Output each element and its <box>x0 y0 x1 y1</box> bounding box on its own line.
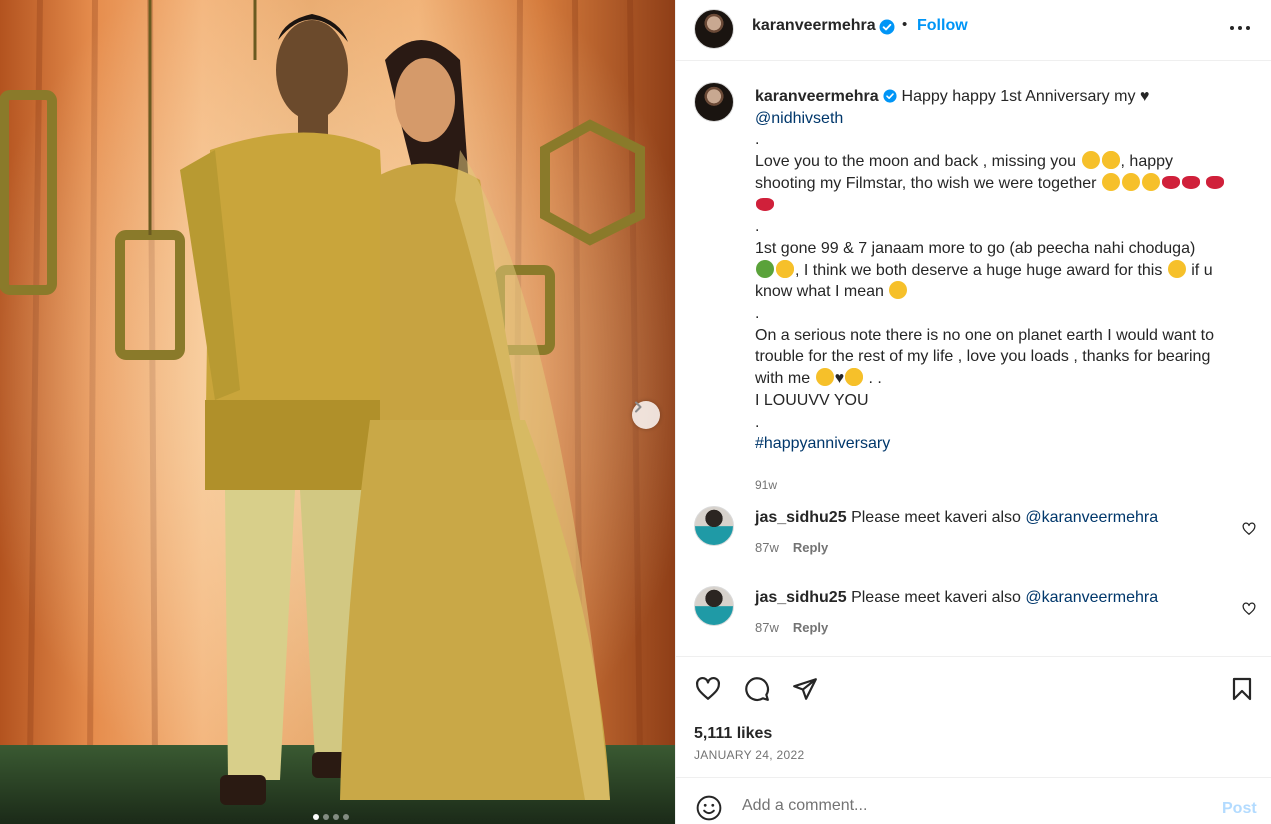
comment-item: jas_sidhu25 Please meet kaveri also @kar… <box>694 506 1264 566</box>
caption-dot: . <box>755 413 760 431</box>
post-photo[interactable] <box>0 0 675 824</box>
post-header: karanveermehra • Follow <box>676 0 1271 61</box>
comment-icon[interactable] <box>744 676 770 702</box>
share-icon[interactable] <box>792 676 818 702</box>
carousel-dot <box>333 814 339 820</box>
caption-p1a: Love you to the moon and back , missing … <box>755 153 1077 171</box>
caption-p2b: , I think we both deserve a huge huge aw… <box>795 261 1163 279</box>
comment-timestamp[interactable]: 87w <box>755 540 779 555</box>
caption-hashtag[interactable]: #happyanniversary <box>755 435 890 452</box>
comment-meta: 87w Reply <box>755 620 828 635</box>
save-icon[interactable] <box>1230 676 1254 702</box>
likes-count[interactable]: 5,111 likes <box>694 725 772 743</box>
comment-timestamp[interactable]: 87w <box>755 620 779 635</box>
post-comment-button[interactable]: Post <box>1222 800 1257 818</box>
like-heart-icon[interactable] <box>694 676 722 702</box>
add-comment-bar: Post <box>676 777 1271 824</box>
comment-mention[interactable]: @karanveermehra <box>1025 509 1158 526</box>
caption-p2a: 1st gone 99 & 7 janaam more to go (ab pe… <box>755 239 1196 257</box>
carousel-dot <box>343 814 349 820</box>
reply-button[interactable]: Reply <box>793 540 828 555</box>
caption-username[interactable]: karanveermehra <box>755 88 879 105</box>
commenter-avatar[interactable] <box>694 506 734 546</box>
hugging-face-icon <box>815 368 834 387</box>
caption-timestamp[interactable]: 91w <box>755 478 777 492</box>
next-slide-button[interactable] <box>632 401 660 429</box>
carousel-dot <box>313 814 319 820</box>
comments-list[interactable]: karanveermehra Happy happy 1st Anniversa… <box>676 62 1271 656</box>
author-username[interactable]: karanveermehra <box>752 17 876 35</box>
black-heart-icon: ♥ <box>834 370 845 388</box>
kiss-lips-icon <box>1206 175 1225 189</box>
post-date: JANUARY 24, 2022 <box>694 748 805 762</box>
photo-illustration <box>0 0 675 824</box>
comment-body: Please meet kaveri also <box>851 509 1021 526</box>
commenter-avatar[interactable] <box>694 586 734 626</box>
comment-text: jas_sidhu25 Please meet kaveri also @kar… <box>755 508 1158 528</box>
reply-button[interactable]: Reply <box>793 620 828 635</box>
kiss-lips-icon <box>756 197 774 211</box>
caption-p3c: I LOUUVV YOU <box>755 391 869 409</box>
pleading-face-icon <box>1141 172 1160 191</box>
pleading-face-icon <box>1101 172 1120 191</box>
chevron-right-icon <box>635 401 642 413</box>
kiss-lips-icon <box>1181 175 1200 189</box>
zany-face-icon <box>889 281 908 300</box>
caption-dot: . <box>755 305 760 323</box>
author-avatar[interactable] <box>694 9 734 49</box>
comment-body: Please meet kaveri also <box>851 589 1021 606</box>
comment-mention[interactable]: @karanveermehra <box>1025 589 1158 606</box>
heart-icon[interactable] <box>1242 522 1256 536</box>
post-actions: 5,111 likes JANUARY 24, 2022 <box>676 656 1271 776</box>
caption-line1: Happy happy 1st Anniversary my <box>901 88 1136 105</box>
commenter-username[interactable]: jas_sidhu25 <box>755 589 847 606</box>
black-heart-icon: ♥ <box>1139 88 1150 105</box>
post-details-pane: karanveermehra • Follow karanveermehra H… <box>675 0 1271 824</box>
carousel-dot <box>323 814 329 820</box>
bouquet-icon <box>756 259 774 278</box>
emoji-icon[interactable] <box>696 795 722 821</box>
comment-item: jas_sidhu25 Please meet kaveri also @kar… <box>694 586 1264 646</box>
heart-icon[interactable] <box>1242 602 1256 616</box>
header-separator: • <box>902 16 908 33</box>
heart-eyes-icon <box>845 368 864 387</box>
comment-input[interactable] <box>742 794 1202 818</box>
caption-text: karanveermehra Happy happy 1st Anniversa… <box>755 86 1235 455</box>
caption-p3b: . . <box>868 370 882 388</box>
heart-eyes-icon <box>776 259 794 278</box>
caption-mention[interactable]: @nidhivseth <box>755 110 843 127</box>
pleading-face-icon <box>1081 151 1100 170</box>
verified-icon <box>879 19 895 35</box>
verified-icon <box>883 89 897 103</box>
carousel-indicator <box>313 814 349 820</box>
kiss-lips-icon <box>1161 175 1180 189</box>
caption-avatar[interactable] <box>694 82 734 122</box>
commenter-username[interactable]: jas_sidhu25 <box>755 509 847 526</box>
pleading-face-icon <box>1121 172 1140 191</box>
comment-text: jas_sidhu25 Please meet kaveri also @kar… <box>755 588 1158 608</box>
follow-button[interactable]: Follow <box>917 17 968 35</box>
heart-eyes-icon <box>1101 151 1120 170</box>
rofl-icon <box>1167 259 1186 278</box>
caption-dot: . <box>755 218 760 236</box>
caption-dot: . <box>755 131 760 149</box>
comment-meta: 87w Reply <box>755 540 828 555</box>
more-icon[interactable] <box>1230 26 1250 30</box>
